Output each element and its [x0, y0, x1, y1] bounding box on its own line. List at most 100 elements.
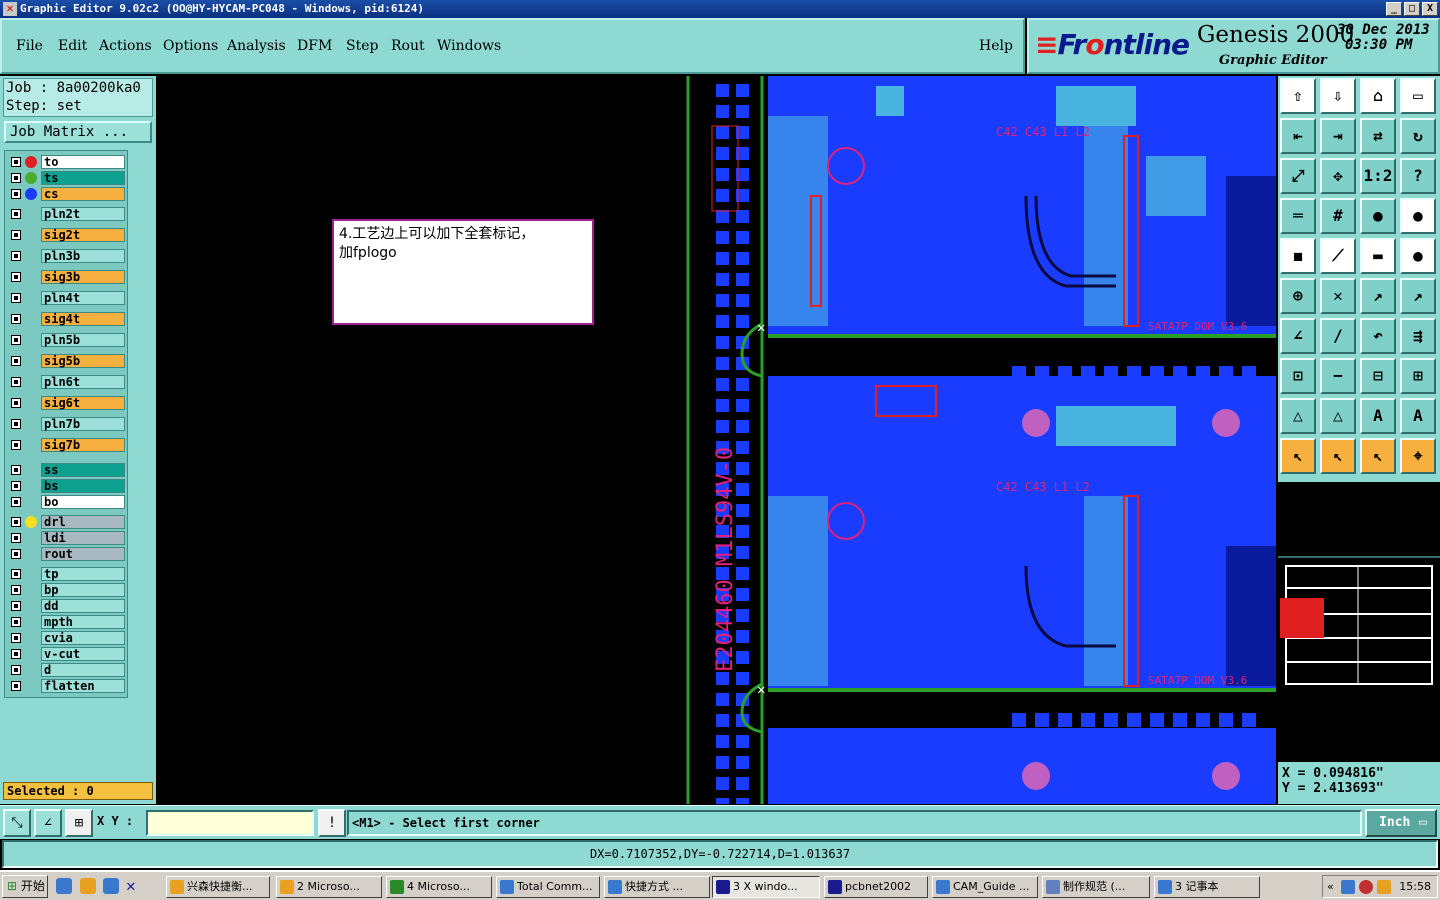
snap-icon[interactable]: ⌖: [1400, 438, 1436, 474]
tray-expand-icon[interactable]: «: [1327, 876, 1334, 897]
menu-analysis[interactable]: Analysis: [227, 38, 286, 54]
layer-row-ts[interactable]: ts: [7, 171, 127, 185]
layer-name[interactable]: bp: [41, 583, 125, 597]
layer-checkbox[interactable]: [11, 230, 21, 240]
rotate-icon[interactable]: ↻: [1400, 118, 1436, 154]
layer-checkbox[interactable]: [11, 377, 21, 387]
minus-icon[interactable]: −: [1320, 358, 1356, 394]
taskbar-task[interactable]: 兴森快捷衡...: [166, 876, 270, 898]
layer-name[interactable]: sig6t: [41, 396, 125, 410]
layer-color-dot[interactable]: [25, 188, 37, 200]
start-button[interactable]: ⊞ 开始: [2, 875, 48, 898]
curve-icon[interactable]: ↶: [1360, 318, 1396, 354]
triangle-icon[interactable]: △: [1280, 398, 1316, 434]
layer-checkbox[interactable]: [11, 189, 21, 199]
layer-name[interactable]: tp: [41, 567, 125, 581]
scale-bar-icon[interactable]: ▬: [1360, 238, 1396, 274]
help-icon[interactable]: ?: [1400, 158, 1436, 194]
taskbar-task[interactable]: 快捷方式 ...: [604, 876, 710, 898]
overview-map[interactable]: [1278, 556, 1440, 756]
tray-clock-icon[interactable]: [1377, 880, 1391, 894]
job-matrix-button[interactable]: Job Matrix ...: [4, 121, 152, 143]
layer-row-sig5b[interactable]: sig5b: [7, 354, 127, 368]
layer-name[interactable]: ldi: [41, 531, 125, 545]
layer-checkbox[interactable]: [11, 665, 21, 675]
layer-name[interactable]: pln4t: [41, 291, 125, 305]
center-icon[interactable]: ✥: [1320, 158, 1356, 194]
layer-color-dot[interactable]: [25, 156, 37, 168]
layer-row-cvia[interactable]: cvia: [7, 631, 127, 645]
layer-name[interactable]: cvia: [41, 631, 125, 645]
layer-row-drl[interactable]: drl: [7, 515, 127, 529]
layer-color-dot[interactable]: [25, 516, 37, 528]
layer-name[interactable]: bo: [41, 495, 125, 509]
layer-checkbox[interactable]: [11, 465, 21, 475]
layer-checkbox[interactable]: [11, 585, 21, 595]
layer-name[interactable]: mpth: [41, 615, 125, 629]
panel-icon[interactable]: ▭: [1400, 78, 1436, 114]
layer-row-mpth[interactable]: mpth: [7, 615, 127, 629]
layer-name[interactable]: pln3b: [41, 249, 125, 263]
layer-checkbox[interactable]: [11, 157, 21, 167]
ruler-icon[interactable]: ═: [1280, 198, 1316, 234]
layer-checkbox[interactable]: [11, 209, 21, 219]
layer-checkbox[interactable]: [11, 173, 21, 183]
layer-row-rout[interactable]: rout: [7, 547, 127, 561]
taskbar-task[interactable]: CAM_Guide ...: [932, 876, 1038, 898]
layer-name[interactable]: sig5b: [41, 354, 125, 368]
grid-icon[interactable]: #: [1320, 198, 1356, 234]
ie-icon[interactable]: [56, 878, 72, 894]
layer-row-dd[interactable]: dd: [7, 599, 127, 613]
layer-checkbox[interactable]: [11, 481, 21, 491]
layer-checkbox[interactable]: [11, 419, 21, 429]
taskbar-task[interactable]: 4 Microso...: [386, 876, 492, 898]
layer-name[interactable]: pln5b: [41, 333, 125, 347]
layer-name[interactable]: dd: [41, 599, 125, 613]
layer-color-dot[interactable]: [25, 172, 37, 184]
pad-icon[interactable]: ◼: [1280, 238, 1316, 274]
layer-checkbox[interactable]: [11, 497, 21, 507]
dot-icon[interactable]: ●: [1400, 238, 1436, 274]
layer-row-bp[interactable]: bp: [7, 583, 127, 597]
menu-help[interactable]: Help: [979, 38, 1013, 54]
layer-checkbox[interactable]: [11, 314, 21, 324]
menu-dfm[interactable]: DFM: [297, 38, 332, 54]
taskbar-task[interactable]: 3 X windo...: [712, 876, 820, 898]
expand-icon[interactable]: ⤢: [1280, 158, 1316, 194]
layer-row-ldi[interactable]: ldi: [7, 531, 127, 545]
triangle2-icon[interactable]: △: [1320, 398, 1356, 434]
layer-row-pln6t[interactable]: pln6t: [7, 375, 127, 389]
layer-name[interactable]: pln2t: [41, 207, 125, 221]
traffic-light-red-icon[interactable]: ●: [1400, 198, 1436, 234]
layer-checkbox[interactable]: [11, 293, 21, 303]
layer-checkbox[interactable]: [11, 633, 21, 643]
layer-name[interactable]: sig4t: [41, 312, 125, 326]
close-button[interactable]: X: [1422, 2, 1438, 16]
layer-row-sig6t[interactable]: sig6t: [7, 396, 127, 410]
menu-file[interactable]: File: [16, 38, 43, 54]
feature-icon[interactable]: ⇶: [1400, 318, 1436, 354]
layer-checkbox[interactable]: [11, 398, 21, 408]
taskbar-task[interactable]: pcbnet2002: [824, 876, 928, 898]
layer-row-sig7b[interactable]: sig7b: [7, 438, 127, 452]
layer-row-pln2t[interactable]: pln2t: [7, 207, 127, 221]
layer-name[interactable]: to: [41, 155, 125, 169]
arc-red-icon[interactable]: ↗: [1360, 278, 1396, 314]
taskbar-task[interactable]: 制作规范 (...: [1042, 876, 1150, 898]
layer-checkbox[interactable]: [11, 617, 21, 627]
layer-checkbox[interactable]: [11, 517, 21, 527]
layer-checkbox[interactable]: [11, 549, 21, 559]
layer-row-pln4t[interactable]: pln4t: [7, 291, 127, 305]
layer-row-bo[interactable]: bo: [7, 495, 127, 509]
layer-row-ss[interactable]: ss: [7, 463, 127, 477]
unit-selector[interactable]: Inch ▭: [1365, 809, 1437, 837]
pcb-view[interactable]: C42 C43 L1 L2 SATA7P DOM V3.6 C42 C43 L1…: [156, 76, 1276, 804]
layer-checkbox[interactable]: [11, 601, 21, 611]
move-right-icon[interactable]: ⇥: [1320, 118, 1356, 154]
layer-checkbox[interactable]: [11, 569, 21, 579]
cross-icon[interactable]: ✕: [1320, 278, 1356, 314]
layer-row-pln3b[interactable]: pln3b: [7, 249, 127, 263]
home-icon[interactable]: ⌂: [1360, 78, 1396, 114]
zoom-area-icon[interactable]: ⤡: [3, 809, 31, 837]
bracket-icon[interactable]: ⊟: [1360, 358, 1396, 394]
